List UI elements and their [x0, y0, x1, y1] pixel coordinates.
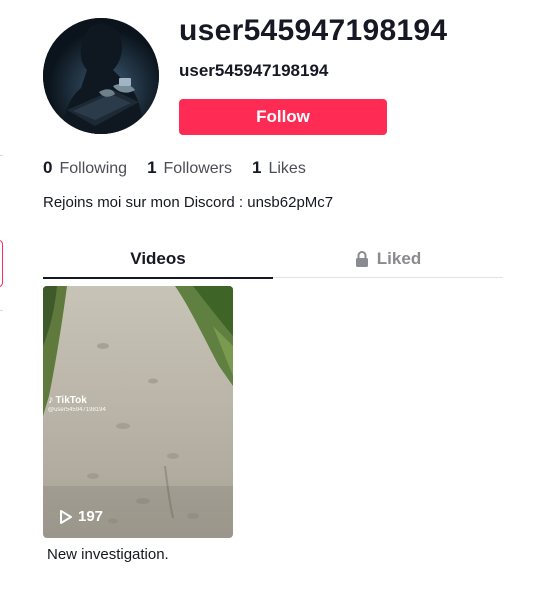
tiktok-watermark: ♪ TikTok @user545947198194 — [48, 394, 106, 413]
left-edge-button-fragment[interactable] — [0, 240, 3, 287]
tiktok-note-icon: ♪ — [48, 394, 54, 406]
avatar — [43, 18, 159, 134]
stat-following[interactable]: 0 Following — [43, 158, 127, 178]
likes-count: 1 — [252, 158, 262, 177]
video-view-count: 197 — [59, 508, 103, 525]
tab-liked-label: Liked — [376, 249, 422, 268]
tab-videos[interactable]: Videos — [43, 240, 273, 279]
left-edge-divider — [0, 155, 3, 156]
stat-likes: 1 Likes — [252, 158, 306, 178]
video-caption[interactable]: New investigation. — [47, 546, 169, 563]
profile-stats: 0 Following 1 Followers 1 Likes — [43, 158, 326, 178]
left-edge-divider — [0, 310, 3, 311]
page-title: user545947198194 — [179, 14, 448, 47]
lock-icon — [355, 251, 369, 267]
follow-button[interactable]: Follow — [179, 99, 387, 135]
avatar-image — [43, 18, 159, 134]
following-count: 0 — [43, 158, 53, 177]
watermark-brand: TikTok — [55, 394, 87, 406]
watermark-user: @user545947198194 — [48, 407, 106, 413]
profile-tabs: Videos Liked — [43, 240, 503, 279]
followers-label: Followers — [163, 160, 232, 177]
video-card[interactable]: ♪ TikTok @user545947198194 197 — [43, 286, 233, 538]
view-count-value: 197 — [78, 508, 104, 525]
stat-followers[interactable]: 1 Followers — [147, 158, 232, 178]
tab-liked[interactable]: Liked — [273, 240, 503, 278]
following-label: Following — [59, 160, 128, 177]
followers-count: 1 — [147, 158, 157, 177]
profile-subtitle: user545947198194 — [179, 61, 329, 80]
tab-videos-label: Videos — [130, 249, 186, 268]
profile-bio: Rejoins moi sur mon Discord : unsb62pMc7 — [43, 194, 334, 211]
play-icon — [59, 509, 73, 525]
likes-label: Likes — [268, 160, 306, 177]
